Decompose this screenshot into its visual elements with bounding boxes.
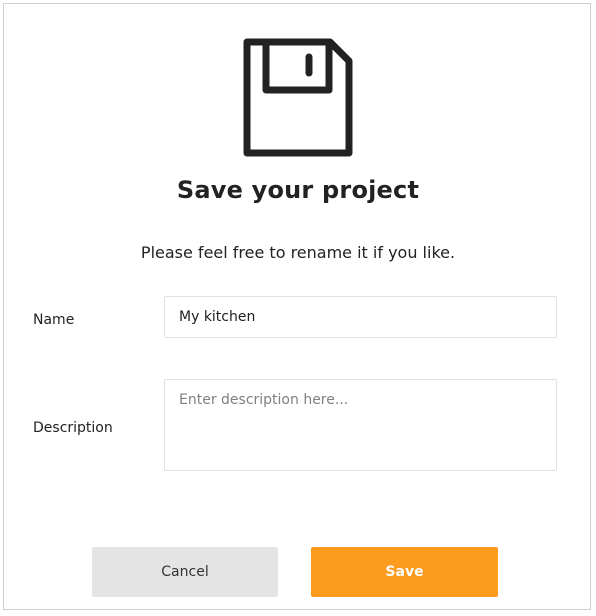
cancel-button[interactable]: Cancel [92, 547, 278, 597]
description-label: Description [33, 420, 113, 436]
name-label: Name [33, 312, 75, 328]
save-project-dialog: Save your project Please feel free to re… [3, 3, 591, 610]
description-input[interactable] [164, 379, 557, 471]
name-input[interactable] [164, 296, 557, 338]
dialog-title: Save your project [176, 176, 420, 204]
floppy-disk-icon [243, 38, 353, 157]
dialog-subtitle: Please feel free to rename it if you lik… [140, 243, 456, 262]
save-button[interactable]: Save [311, 547, 498, 597]
